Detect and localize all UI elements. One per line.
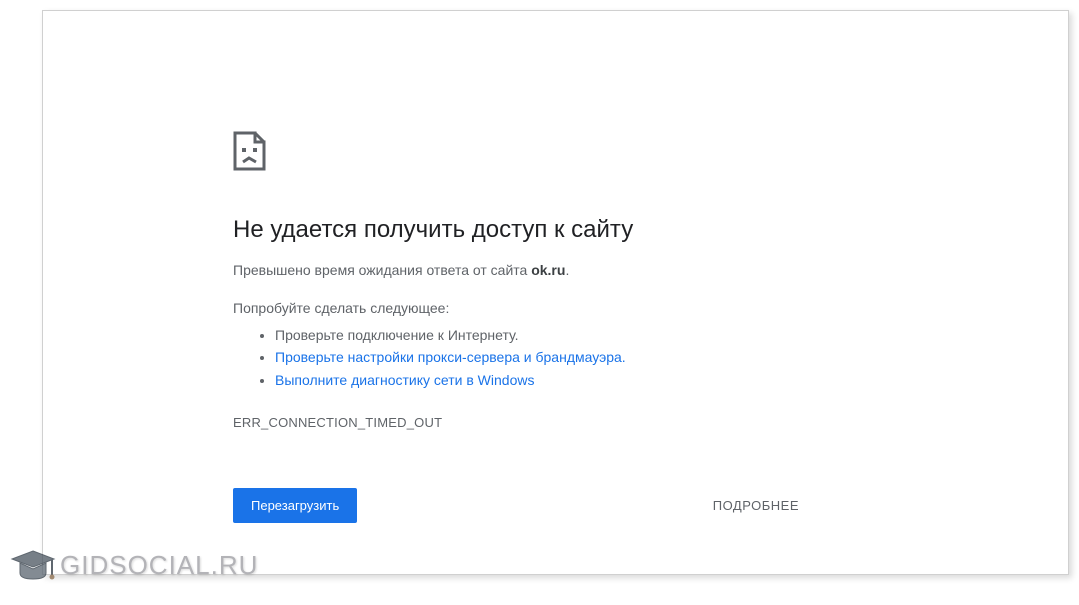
suggestions-label: Попробуйте сделать следующее: — [233, 300, 683, 316]
error-container: Не удается получить доступ к сайту Превы… — [43, 11, 683, 523]
error-site-name: ok.ru — [531, 262, 565, 278]
error-message-suffix: . — [565, 262, 569, 278]
error-page-frame: Не удается получить доступ к сайту Превы… — [42, 10, 1069, 575]
watermark: GIDSOCIAL.RU — [10, 545, 258, 585]
error-title: Не удается получить доступ к сайту — [233, 216, 683, 244]
suggestion-link-proxy[interactable]: Проверьте настройки прокси-сервера и бра… — [275, 349, 626, 365]
error-code: ERR_CONNECTION_TIMED_OUT — [233, 415, 683, 430]
reload-button[interactable]: Перезагрузить — [233, 488, 357, 523]
button-row: Перезагрузить ПОДРОБНЕЕ — [233, 488, 803, 523]
suggestion-item: Проверьте подключение к Интернету. — [275, 324, 683, 346]
sad-page-icon — [233, 131, 683, 176]
suggestion-item: Проверьте настройки прокси-сервера и бра… — [275, 346, 683, 368]
suggestion-text: Проверьте подключение к Интернету. — [275, 327, 519, 343]
error-message: Превышено время ожидания ответа от сайта… — [233, 262, 683, 278]
error-message-prefix: Превышено время ожидания ответа от сайта — [233, 262, 531, 278]
suggestion-item: Выполните диагностику сети в Windows — [275, 369, 683, 391]
watermark-text: GIDSOCIAL.RU — [60, 550, 258, 581]
details-button[interactable]: ПОДРОБНЕЕ — [709, 490, 803, 521]
suggestion-link-diagnostics[interactable]: Выполните диагностику сети в Windows — [275, 372, 534, 388]
graduation-cap-icon — [10, 545, 56, 585]
suggestions-list: Проверьте подключение к Интернету. Прове… — [233, 324, 683, 391]
